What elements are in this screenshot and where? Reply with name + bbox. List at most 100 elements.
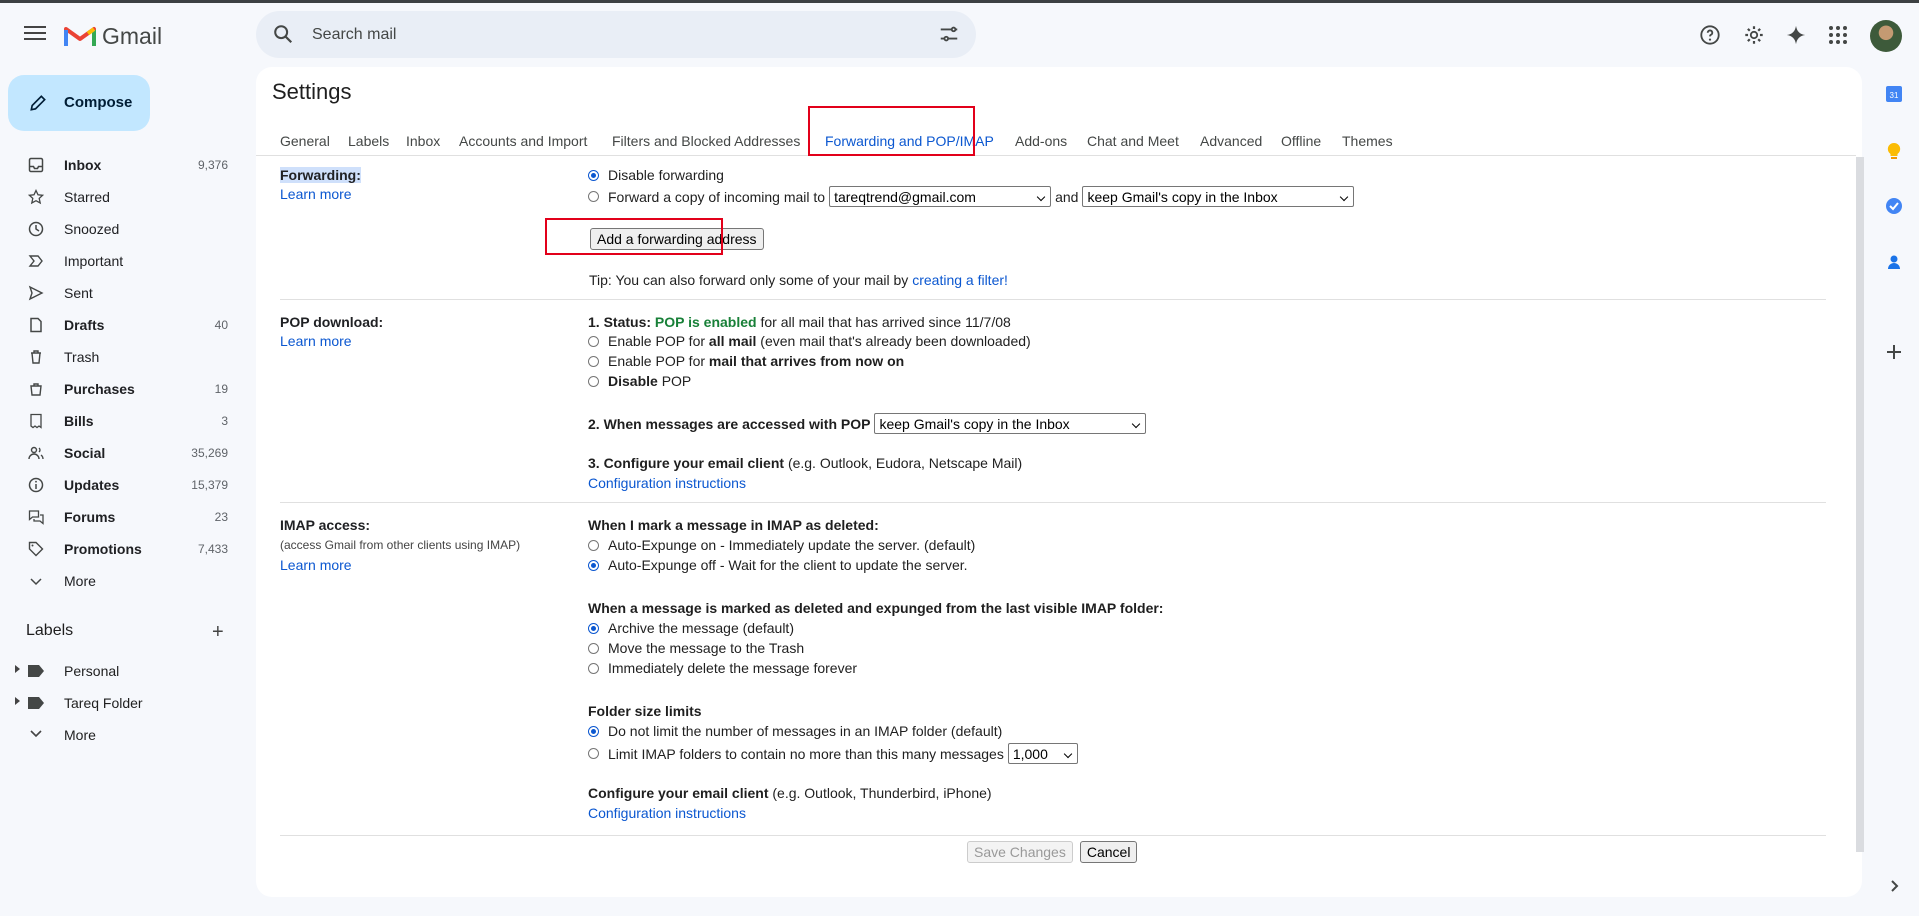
account-avatar[interactable] [1870,20,1902,52]
sidebar-item-bills[interactable]: Bills 3 [0,405,240,437]
expand-arrow-icon[interactable] [15,665,20,673]
create-label-plus-icon[interactable]: + [212,622,224,642]
tab-themes[interactable]: Themes [1342,133,1393,149]
imap-deleted-heading: When I mark a message in IMAP as deleted… [588,517,879,533]
help-icon[interactable] [1697,22,1723,48]
auto-expunge-on-option[interactable]: Auto-Expunge on - Immediately update the… [588,537,975,553]
sidebar-item-drafts[interactable]: Drafts 40 [0,309,240,341]
limit-count-select[interactable]: 1,000 [1007,743,1078,764]
keep-icon[interactable] [1884,141,1904,161]
auto-expunge-off-radio[interactable] [588,559,599,571]
sidebar-item-promotions[interactable]: Promotions 7,433 [0,533,240,565]
expand-arrow-icon[interactable] [15,697,20,705]
pop-config-instructions-link[interactable]: Configuration instructions [588,475,746,491]
archive-radio[interactable] [588,622,599,634]
configure-examples: (e.g. Outlook, Eudora, Netscape Mail) [787,455,1023,471]
save-changes-button[interactable]: Save Changes [967,841,1073,863]
tab-accounts-and-import[interactable]: Accounts and Import [459,133,587,149]
forward-copy-option[interactable]: Forward a copy of incoming mail to tareq… [588,186,1355,207]
sidebar-item-starred[interactable]: Starred [0,181,240,213]
sidebar-item-more[interactable]: More [0,565,240,597]
move-trash-option[interactable]: Move the message to the Trash [588,640,804,656]
disable-forwarding-option[interactable]: Disable forwarding [588,167,724,183]
compose-label: Compose [64,94,133,111]
no-limit-option[interactable]: Do not limit the number of messages in a… [588,723,1002,739]
vertical-scrollbar[interactable] [1856,157,1864,852]
tab-inbox[interactable]: Inbox [406,133,440,149]
gemini-sparkle-icon[interactable] [1783,22,1809,48]
forward-address-select[interactable]: tareqtrend@gmail.com [829,186,1052,207]
pop-disable-option[interactable]: Disable POP [588,373,691,389]
option-label-bold: all mail [708,333,757,349]
configure-examples: (e.g. Outlook, Thunderbird, iPhone) [772,785,992,801]
main-menu-icon[interactable] [22,22,48,48]
bills-icon [28,413,44,429]
expunged-head-text: When a message is marked as deleted and … [588,600,1164,616]
calendar-icon[interactable]: 31 [1884,84,1904,104]
auto-expunge-off-option[interactable]: Auto-Expunge off - Wait for the client t… [588,557,968,573]
auto-expunge-on-radio[interactable] [588,539,599,551]
search-options-icon[interactable] [938,23,960,45]
move-trash-radio[interactable] [588,642,599,654]
sidebar-item-inbox[interactable]: Inbox 9,376 [0,149,240,181]
disable-forwarding-radio[interactable] [588,169,599,181]
no-limit-radio[interactable] [588,725,599,737]
tab-general[interactable]: General [280,133,330,149]
sidebar-item-sent[interactable]: Sent [0,277,240,309]
pop-from-now-option[interactable]: Enable POP for mail that arrives from no… [588,353,904,369]
tab-advanced[interactable]: Advanced [1200,133,1262,149]
search-icon[interactable] [272,23,294,45]
create-filter-link[interactable]: creating a filter! [912,272,1008,288]
gmail-logo[interactable]: Gmail [64,21,162,51]
sidebar-item-label: Updates [64,477,120,493]
pop-disable-radio[interactable] [588,375,599,387]
pop-from-now-radio[interactable] [588,355,599,367]
sidebar-item-important[interactable]: Important [0,245,240,277]
settings-gear-icon[interactable] [1741,22,1767,48]
sidebar-item-label: Important [64,253,124,269]
sidebar-item-count: 15,379 [191,478,228,492]
label-item-tareq-folder[interactable]: Tareq Folder [0,687,240,719]
forward-action-select[interactable]: keep Gmail's copy in the Inbox [1082,186,1355,207]
cancel-button[interactable]: Cancel [1079,841,1138,863]
label-tag-icon [28,665,44,677]
tab-offline[interactable]: Offline [1281,133,1321,149]
add-addon-plus-icon[interactable] [1884,342,1904,362]
limit-radio[interactable] [588,748,599,759]
archive-option[interactable]: Archive the message (default) [588,620,794,636]
tab-filters-and-blocked[interactable]: Filters and Blocked Addresses [612,133,800,149]
forward-copy-radio[interactable] [588,191,599,202]
sidebar-item-social[interactable]: Social 35,269 [0,437,240,469]
tab-labels[interactable]: Labels [348,133,389,149]
imap-learn-more-link[interactable]: Learn more [280,557,352,573]
expand-panel-chevron-icon[interactable] [1884,876,1904,896]
tab-add-ons[interactable]: Add-ons [1015,133,1067,149]
pop-access-select[interactable]: keep Gmail's copy in the Inbox [874,413,1147,434]
imap-config-instructions-link[interactable]: Configuration instructions [588,805,746,821]
pop-all-mail-option[interactable]: Enable POP for all mail (even mail that'… [588,333,1031,349]
deleted-head-text: When I mark a message in IMAP as deleted… [588,517,879,533]
sidebar-item-snoozed[interactable]: Snoozed [0,213,240,245]
trash-icon [28,349,44,365]
delete-forever-option[interactable]: Immediately delete the message forever [588,660,857,676]
tasks-icon[interactable] [1884,196,1904,216]
forwarding-learn-more-link[interactable]: Learn more [280,186,352,202]
compose-button[interactable]: Compose [8,75,150,131]
tab-chat-and-meet[interactable]: Chat and Meet [1087,133,1179,149]
sidebar-item-updates[interactable]: Updates 15,379 [0,469,240,501]
limit-option[interactable]: Limit IMAP folders to contain no more th… [588,743,1078,764]
apps-grid-icon[interactable] [1825,22,1851,48]
contacts-icon[interactable] [1884,252,1904,272]
sidebar-item-forums[interactable]: Forums 23 [0,501,240,533]
pop-access-label: 2. When messages are accessed with POP [588,415,871,432]
delete-forever-radio[interactable] [588,662,599,674]
search-input[interactable] [310,19,914,51]
labels-more[interactable]: More [0,719,240,751]
pop-learn-more-link[interactable]: Learn more [280,333,352,349]
search-bar[interactable] [256,11,976,58]
page-title: Settings [272,79,352,104]
sidebar-item-trash[interactable]: Trash [0,341,240,373]
sidebar-item-purchases[interactable]: Purchases 19 [0,373,240,405]
pop-all-mail-radio[interactable] [588,335,599,347]
label-item-personal[interactable]: Personal [0,655,240,687]
